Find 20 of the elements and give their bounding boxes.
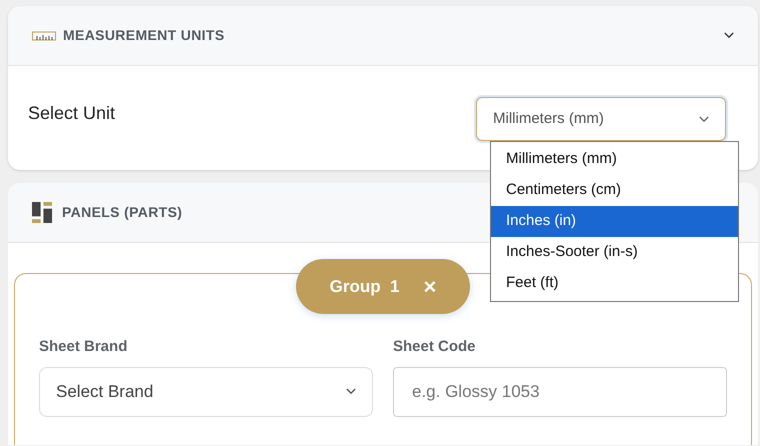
chevron-icon (699, 116, 709, 122)
dropdown-option[interactable]: Millimeters (mm) (491, 144, 738, 175)
sheet-code-field[interactable]: e.g. Glossy 1053 (393, 366, 727, 416)
ruler-icon (32, 30, 56, 40)
panels-icon (32, 202, 53, 223)
field-label: Sheet Brand (39, 337, 128, 357)
chevron-icon (346, 388, 356, 395)
field-label: Sheet Code (393, 337, 476, 357)
brand-select[interactable]: Select Brand (39, 366, 373, 416)
dropdown-option[interactable]: Centimeters (cm) (491, 175, 738, 206)
section-header[interactable]: MEASUREMENT UNITS (8, 6, 758, 66)
chevron-icon (724, 32, 734, 39)
section-title: PANELS (PARTS) (62, 203, 182, 222)
unit-select[interactable]: Millimeters (mm) (476, 97, 726, 141)
section-title: MEASUREMENT UNITS (63, 26, 225, 45)
dropdown-option[interactable]: Feet (ft) (491, 268, 738, 299)
dropdown-option[interactable]: Inches-Sooter (in-s) (491, 237, 738, 268)
group-label: Group 1 (330, 276, 400, 298)
dropdown-option[interactable]: Inches (in) (491, 206, 738, 237)
field-label: Select Unit (28, 102, 116, 125)
